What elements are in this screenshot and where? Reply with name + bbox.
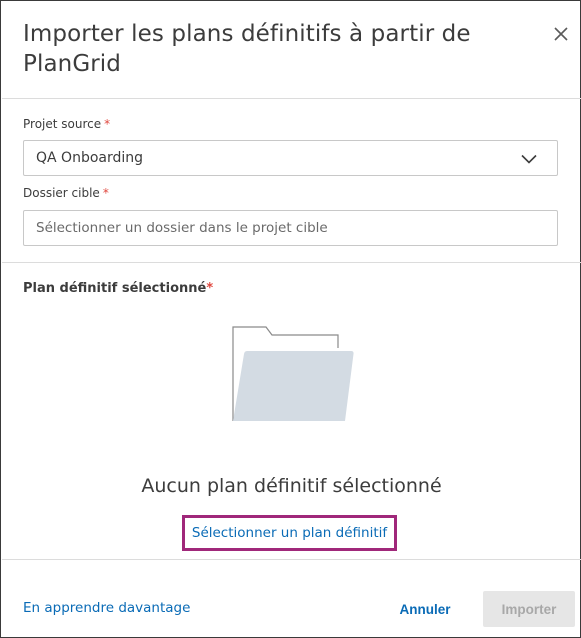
learn-more-link[interactable]: En apprendre davantage <box>23 600 190 616</box>
folder-icon <box>232 326 354 421</box>
selected-plan-label: Plan définitif sélectionné* <box>23 281 213 296</box>
target-folder-label-text: Dossier cible <box>23 186 100 200</box>
required-mark: * <box>206 281 214 296</box>
footer-divider <box>2 559 581 560</box>
empty-state-text: Aucun plan définitif sélectionné <box>141 475 442 497</box>
required-mark: * <box>104 117 111 131</box>
cancel-button[interactable]: Annuler <box>385 591 465 627</box>
target-folder-input[interactable] <box>23 210 558 246</box>
source-project-label-text: Projet source <box>23 117 102 131</box>
select-plan-highlight: Sélectionner un plan définitif <box>182 515 397 551</box>
selected-plan-label-text: Plan définitif sélectionné <box>23 281 207 296</box>
required-mark: * <box>102 186 109 200</box>
chevron-down-icon <box>521 154 537 164</box>
source-project-label: Projet source * <box>23 116 110 132</box>
import-dialog: Importer les plans définitifs à partir d… <box>0 0 581 638</box>
dialog-title: Importer les plans définitifs à partir d… <box>23 21 471 77</box>
close-icon <box>554 27 568 41</box>
target-folder-label: Dossier cible * <box>23 185 109 201</box>
close-button[interactable] <box>550 23 572 45</box>
source-project-value: QA Onboarding <box>36 150 144 166</box>
section-divider <box>2 262 581 263</box>
import-button[interactable]: Importer <box>483 591 575 627</box>
select-plan-link[interactable]: Sélectionner un plan définitif <box>192 525 387 541</box>
source-project-select[interactable]: QA Onboarding <box>23 140 558 176</box>
header-divider <box>2 98 581 99</box>
